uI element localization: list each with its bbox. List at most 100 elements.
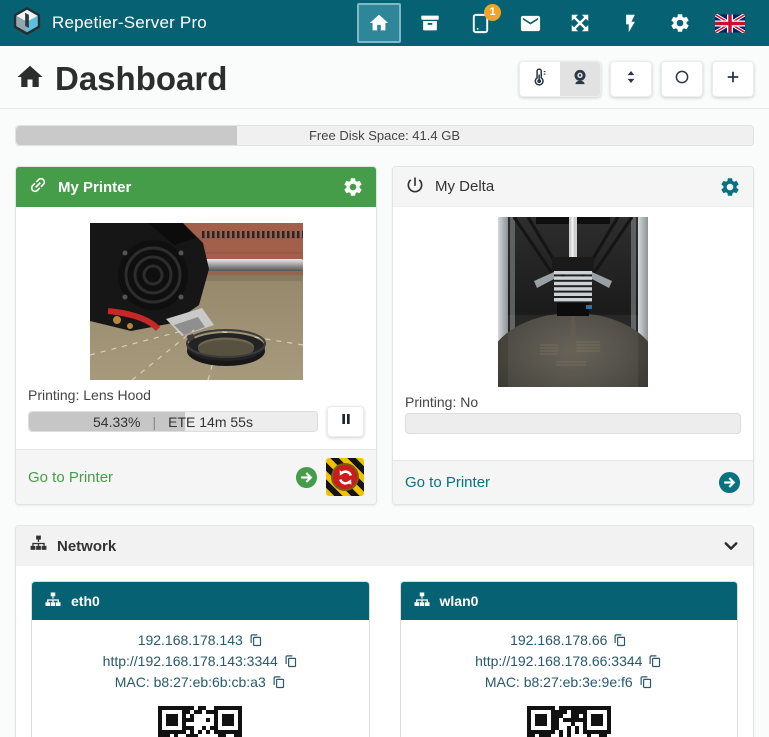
nav-home[interactable] bbox=[357, 3, 401, 43]
pause-button[interactable] bbox=[327, 406, 364, 437]
circle-icon bbox=[673, 68, 691, 91]
status-circle-button[interactable] bbox=[661, 61, 703, 97]
printer-name: My Delta bbox=[435, 178, 494, 195]
printing-status: Printing: Lens Hood bbox=[28, 387, 364, 403]
printer-card-footer: Go to Printer bbox=[393, 460, 753, 504]
webcam-icon bbox=[570, 67, 590, 92]
free-disk-space-bar: Free Disk Space: 41.4 GB bbox=[15, 125, 754, 146]
emergency-stop-button[interactable] bbox=[326, 458, 364, 496]
printer-card-body: Printing: Lens Hood 54.33% | ETE 14m 55s bbox=[16, 207, 376, 449]
qr-code bbox=[409, 706, 730, 737]
network-title: Network bbox=[57, 538, 116, 555]
interface-name: wlan0 bbox=[440, 593, 479, 609]
notification-badge: 1 bbox=[484, 4, 501, 21]
home-icon bbox=[15, 62, 45, 97]
copy-icon[interactable] bbox=[612, 633, 627, 648]
sort-icon bbox=[622, 68, 640, 91]
brand[interactable]: Repetier-Server Pro bbox=[12, 6, 207, 41]
copy-icon[interactable] bbox=[271, 675, 286, 690]
nav-settings[interactable] bbox=[655, 0, 705, 46]
ip-address: 192.168.178.143 bbox=[138, 630, 243, 651]
page-title: Dashboard bbox=[55, 60, 227, 98]
nav-fullscreen[interactable] bbox=[555, 0, 605, 46]
mac-row: MAC: b8:27:eb:3e:9e:f6 bbox=[409, 672, 730, 693]
page-header: Dashboard bbox=[0, 46, 769, 108]
interface-card-wlan0: wlan0 192.168.178.66 http://192.168.178.… bbox=[400, 581, 739, 737]
my-delta-webcam[interactable] bbox=[405, 207, 741, 387]
printer-cards-row: My Printer bbox=[0, 166, 769, 505]
dashboard-toolbar bbox=[519, 61, 754, 97]
ip-row: 192.168.178.143 bbox=[40, 630, 361, 651]
arrow-circle-right-icon[interactable] bbox=[718, 471, 741, 494]
interface-name: eth0 bbox=[71, 593, 100, 609]
interface-body: 192.168.178.143 http://192.168.178.143:3… bbox=[32, 620, 369, 737]
nav-power[interactable] bbox=[605, 0, 655, 46]
interface-body: 192.168.178.66 http://192.168.178.66:334… bbox=[401, 620, 738, 737]
printer-card-header: My Printer bbox=[16, 167, 376, 207]
printer-card-my-delta: My Delta bbox=[392, 166, 754, 505]
top-navbar: Repetier-Server Pro bbox=[0, 0, 769, 46]
printer-name: My Printer bbox=[58, 179, 131, 196]
printer-card-footer: Go to Printer bbox=[16, 449, 376, 504]
printing-status: Printing: No bbox=[405, 394, 741, 410]
copy-icon[interactable] bbox=[248, 633, 263, 648]
server-url: http://192.168.178.66:3344 bbox=[475, 651, 642, 672]
archive-icon bbox=[419, 12, 441, 34]
home-icon bbox=[368, 12, 390, 34]
emergency-stop-icon bbox=[331, 463, 359, 491]
temperature-view-button[interactable] bbox=[520, 61, 560, 97]
ip-row: 192.168.178.66 bbox=[409, 630, 730, 651]
printer-card-header: My Delta bbox=[393, 167, 753, 207]
sitemap-icon bbox=[413, 591, 431, 612]
mac-address: MAC: b8:27:eb:6b:cb:a3 bbox=[115, 672, 266, 693]
network-section: Network eth0 192.168.178.143 bbox=[15, 525, 754, 737]
nav-messages[interactable] bbox=[505, 0, 555, 46]
mac-address: MAC: b8:27:eb:3e:9e:f6 bbox=[485, 672, 633, 693]
webcam-view-button[interactable] bbox=[560, 61, 600, 97]
progress-percent: 54.33% bbox=[93, 414, 140, 430]
nav-language[interactable] bbox=[705, 0, 755, 46]
printer-card-body: Printing: No bbox=[393, 207, 753, 446]
collapse-all-button[interactable] bbox=[610, 61, 652, 97]
nav-icons: 1 bbox=[353, 0, 755, 46]
gear-icon bbox=[669, 12, 691, 34]
my-printer-webcam[interactable] bbox=[28, 207, 364, 380]
mac-row: MAC: b8:27:eb:6b:cb:a3 bbox=[40, 672, 361, 693]
power-icon bbox=[405, 175, 425, 199]
printer-settings-button[interactable] bbox=[719, 176, 741, 198]
printer-card-my-printer: My Printer bbox=[15, 166, 377, 505]
print-progress-bar bbox=[405, 413, 741, 434]
network-body: eth0 192.168.178.143 http://192.168.178.… bbox=[16, 566, 753, 737]
print-progress-label bbox=[406, 414, 740, 433]
server-url: http://192.168.178.143:3344 bbox=[103, 651, 278, 672]
print-progress-bar: 54.33% | ETE 14m 55s bbox=[28, 411, 318, 432]
copy-icon[interactable] bbox=[638, 675, 653, 690]
progress-ete: ETE 14m 55s bbox=[168, 414, 253, 430]
nav-print-queue[interactable] bbox=[405, 0, 455, 46]
mail-icon bbox=[519, 12, 542, 35]
add-printer-button[interactable] bbox=[712, 61, 754, 97]
go-to-printer-link[interactable]: Go to Printer bbox=[405, 474, 490, 491]
printer-settings-button[interactable] bbox=[342, 176, 364, 198]
copy-icon[interactable] bbox=[647, 654, 662, 669]
view-toggle-group bbox=[519, 61, 601, 97]
expand-arrows-icon bbox=[569, 12, 591, 34]
progress-divider: | bbox=[153, 414, 157, 430]
chevron-down-icon bbox=[722, 537, 740, 555]
network-section-header[interactable]: Network bbox=[16, 526, 753, 566]
interface-header: wlan0 bbox=[401, 582, 738, 620]
qr-code bbox=[40, 706, 361, 737]
interface-card-eth0: eth0 192.168.178.143 http://192.168.178.… bbox=[31, 581, 370, 737]
pause-icon bbox=[338, 411, 354, 432]
copy-icon[interactable] bbox=[283, 654, 298, 669]
url-row: http://192.168.178.143:3344 bbox=[40, 651, 361, 672]
arrow-circle-right-icon[interactable] bbox=[295, 466, 318, 489]
sitemap-icon bbox=[29, 534, 48, 558]
url-row: http://192.168.178.66:3344 bbox=[409, 651, 730, 672]
bolt-icon bbox=[620, 13, 641, 34]
nav-touch-ui[interactable]: 1 bbox=[455, 0, 505, 46]
go-to-printer-link[interactable]: Go to Printer bbox=[28, 469, 113, 486]
link-icon bbox=[28, 175, 48, 199]
print-progress-label: 54.33% | ETE 14m 55s bbox=[29, 412, 317, 431]
brand-title: Repetier-Server Pro bbox=[52, 13, 207, 33]
